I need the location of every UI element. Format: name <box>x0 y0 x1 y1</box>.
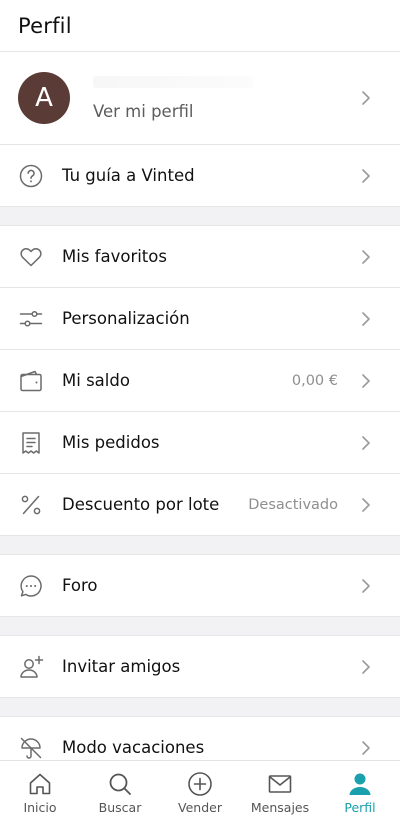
balance-value: 0,00 € <box>291 372 338 389</box>
home-icon <box>27 771 53 797</box>
chevron-right-icon <box>360 657 372 677</box>
page-title: Perfil <box>18 13 72 38</box>
menu-item-favorites[interactable]: Mis favoritos <box>0 226 400 288</box>
receipt-icon <box>18 430 44 456</box>
profile-name-placeholder <box>93 75 253 88</box>
chevron-right-icon <box>360 309 372 329</box>
menu-item-bundle-discount[interactable]: Descuento por lote Desactivado <box>0 474 400 536</box>
section-divider <box>0 698 400 717</box>
app-header: Perfil <box>0 0 400 52</box>
menu-item-balance[interactable]: Mi saldo 0,00 € <box>0 350 400 412</box>
profile-menu[interactable]: A Ver mi perfil Tu guía a Vinted Mis fav… <box>0 52 400 760</box>
add-user-icon <box>18 654 44 680</box>
chevron-right-icon <box>360 247 372 267</box>
chevron-right-icon <box>360 88 372 108</box>
search-icon <box>107 771 133 797</box>
section-divider <box>0 617 400 636</box>
tab-buscar[interactable]: Buscar <box>80 761 160 823</box>
tab-label: Vender <box>178 800 222 815</box>
menu-item-label: Foro <box>62 576 98 595</box>
mail-icon <box>267 771 293 797</box>
menu-item-label: Mis favoritos <box>62 247 167 266</box>
user-icon <box>347 771 373 797</box>
tab-label: Buscar <box>98 800 142 815</box>
section-divider <box>0 536 400 555</box>
menu-item-guide[interactable]: Tu guía a Vinted <box>0 145 400 207</box>
chevron-right-icon <box>360 433 372 453</box>
tab-vender[interactable]: Vender <box>160 761 240 823</box>
percent-icon <box>18 492 44 518</box>
chat-bubble-icon <box>18 573 44 599</box>
section-divider <box>0 207 400 226</box>
heart-icon <box>18 244 44 270</box>
view-profile-link[interactable]: Ver mi perfil <box>93 102 360 121</box>
menu-item-label: Descuento por lote <box>62 495 220 514</box>
tab-label: Perfil <box>344 800 376 815</box>
menu-item-label: Tu guía a Vinted <box>62 166 195 185</box>
menu-item-invite[interactable]: Invitar amigos <box>0 636 400 698</box>
menu-item-orders[interactable]: Mis pedidos <box>0 412 400 474</box>
menu-item-label: Mi saldo <box>62 371 130 390</box>
menu-item-forum[interactable]: Foro <box>0 555 400 617</box>
chevron-right-icon <box>360 371 372 391</box>
menu-item-vacation[interactable]: Modo vacaciones <box>0 717 400 760</box>
plus-circle-icon <box>187 771 213 797</box>
menu-item-label: Personalización <box>62 309 190 328</box>
menu-item-label: Modo vacaciones <box>62 738 205 757</box>
chevron-right-icon <box>360 495 372 515</box>
tab-inicio[interactable]: Inicio <box>0 761 80 823</box>
wallet-icon <box>18 368 44 394</box>
bottom-tab-bar: Inicio Buscar Vender Mensajes Perfil <box>0 760 400 823</box>
menu-item-label: Invitar amigos <box>62 657 181 676</box>
sliders-icon <box>18 306 44 332</box>
tab-label: Inicio <box>23 800 57 815</box>
avatar[interactable]: A <box>18 72 70 124</box>
umbrella-off-icon <box>18 735 44 761</box>
tab-perfil[interactable]: Perfil <box>320 761 400 823</box>
menu-item-label: Mis pedidos <box>62 433 160 452</box>
chevron-right-icon <box>360 576 372 596</box>
chevron-right-icon <box>360 738 372 758</box>
menu-item-personalization[interactable]: Personalización <box>0 288 400 350</box>
tab-label: Mensajes <box>250 800 310 815</box>
chevron-right-icon <box>360 166 372 186</box>
bundle-discount-status: Desactivado <box>248 496 338 513</box>
question-circle-icon <box>18 163 44 189</box>
profile-row[interactable]: A Ver mi perfil <box>0 52 400 145</box>
profile-text: Ver mi perfil <box>93 75 360 121</box>
tab-mensajes[interactable]: Mensajes <box>240 761 320 823</box>
